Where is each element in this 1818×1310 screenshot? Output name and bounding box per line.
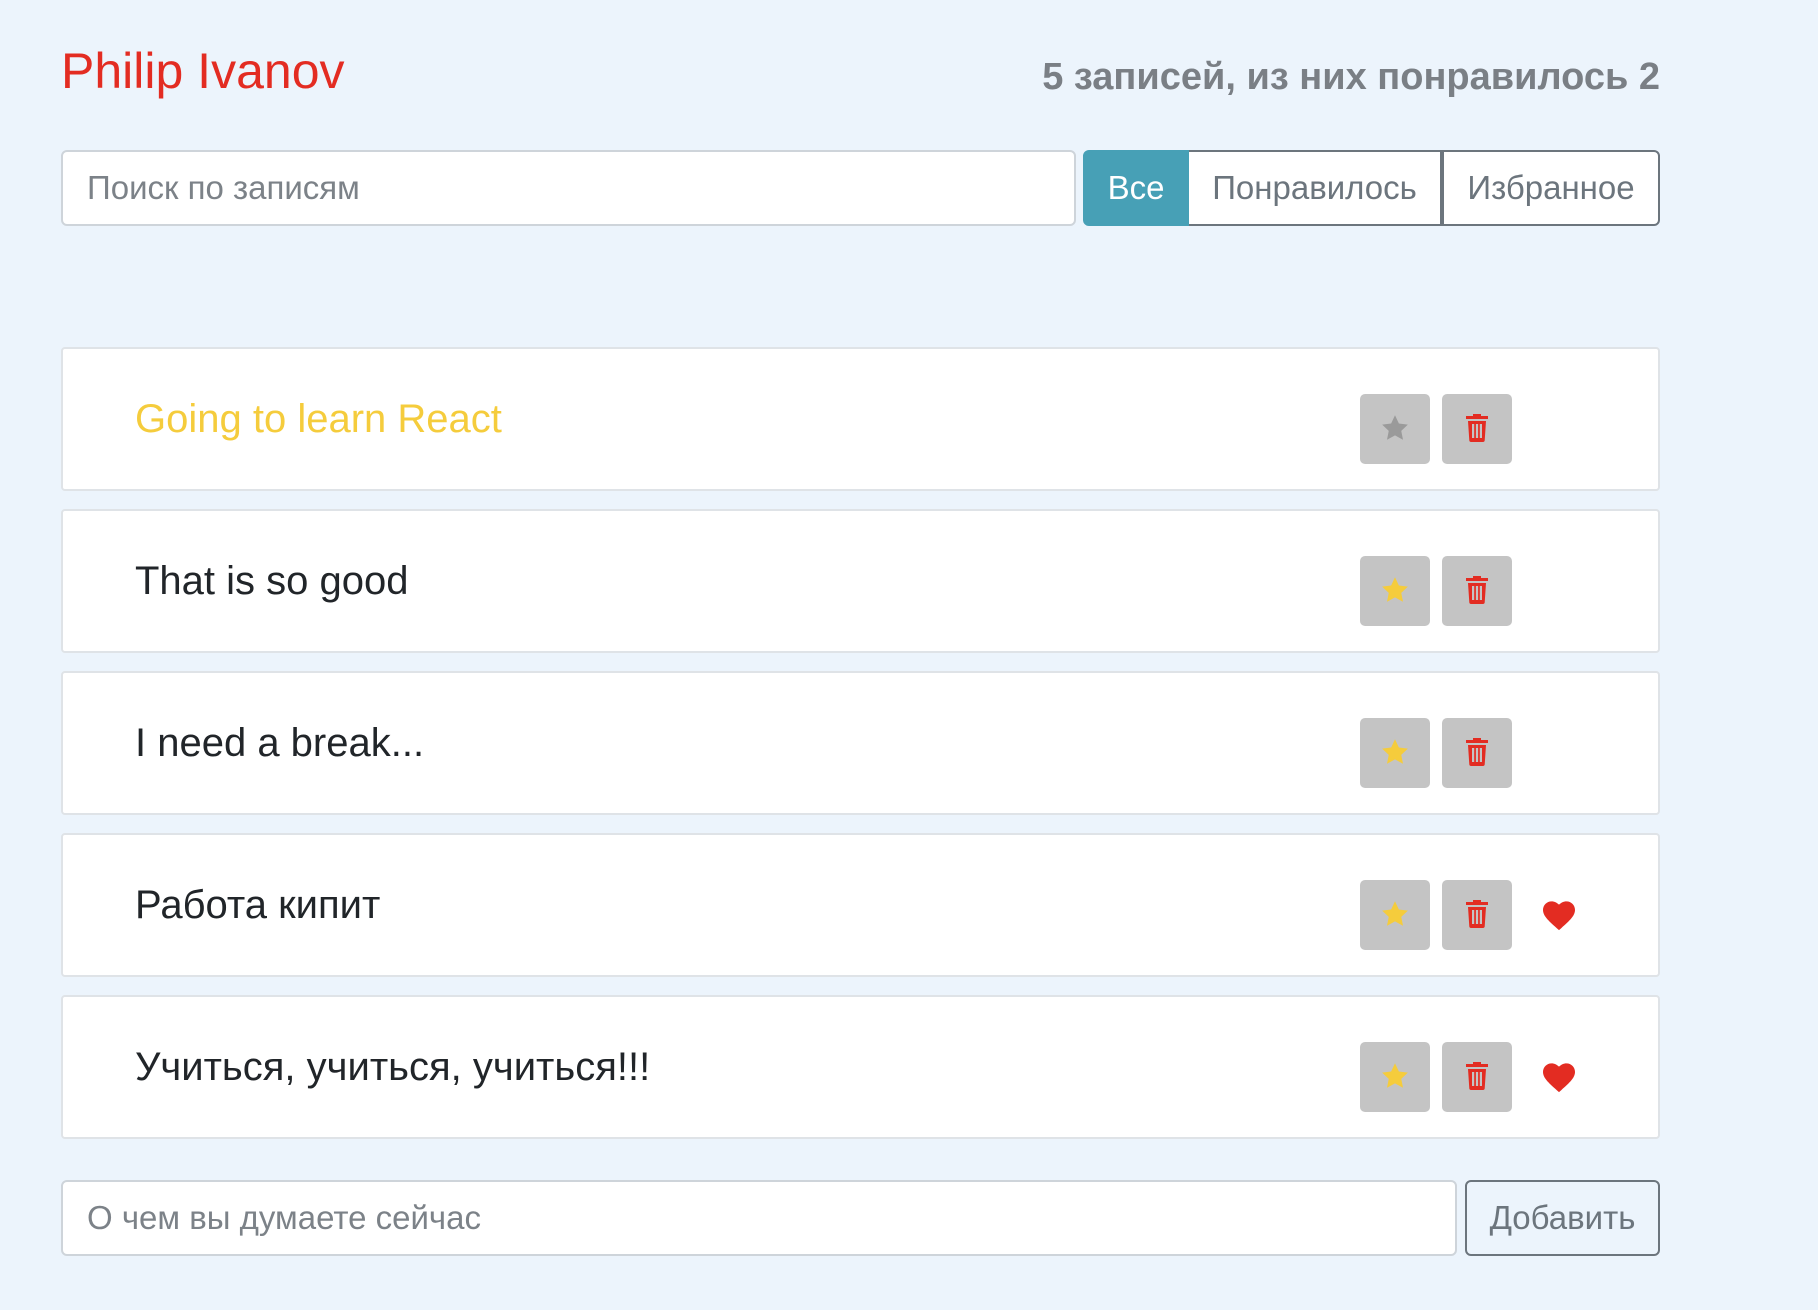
add-post-button[interactable]: Добавить xyxy=(1465,1180,1660,1256)
star-icon xyxy=(1380,575,1410,608)
trash-icon xyxy=(1465,899,1489,931)
post-status-filter: Все Понравилось Избранное xyxy=(1083,150,1660,226)
star-button[interactable] xyxy=(1360,394,1430,464)
star-button[interactable] xyxy=(1360,880,1430,950)
trash-icon xyxy=(1465,1061,1489,1093)
filter-all-button[interactable]: Все xyxy=(1083,150,1189,226)
posts-stats: 5 записей, из них понравилось 2 xyxy=(1042,56,1660,98)
post-label[interactable]: Учиться, учиться, учиться!!! xyxy=(135,997,650,1137)
star-button[interactable] xyxy=(1360,556,1430,626)
search-input[interactable] xyxy=(61,150,1076,226)
star-icon xyxy=(1380,413,1410,446)
delete-button[interactable] xyxy=(1442,1042,1512,1112)
star-button[interactable] xyxy=(1360,718,1430,788)
post-add-form: Добавить xyxy=(61,1180,1660,1256)
post-label[interactable]: That is so good xyxy=(135,511,409,651)
search-panel: Все Понравилось Избранное xyxy=(61,150,1660,226)
app-root: Philip Ivanov 5 записей, из них понравил… xyxy=(61,0,1660,1256)
post-list-item: Работа кипит xyxy=(61,833,1660,977)
post-list-item: I need a break... xyxy=(61,671,1660,815)
post-label[interactable]: Going to learn React xyxy=(135,349,502,489)
post-list-item: That is so good xyxy=(61,509,1660,653)
heart-icon xyxy=(1535,1053,1583,1101)
filter-favorites-button[interactable]: Избранное xyxy=(1442,150,1660,226)
star-icon xyxy=(1380,1061,1410,1094)
post-list-item: Going to learn React xyxy=(61,347,1660,491)
trash-icon xyxy=(1465,413,1489,445)
filter-liked-button[interactable]: Понравилось xyxy=(1189,150,1442,226)
trash-icon xyxy=(1465,737,1489,769)
delete-button[interactable] xyxy=(1442,556,1512,626)
trash-icon xyxy=(1465,575,1489,607)
star-icon xyxy=(1380,737,1410,770)
delete-button[interactable] xyxy=(1442,718,1512,788)
post-list-item: Учиться, учиться, учиться!!! xyxy=(61,995,1660,1139)
post-label[interactable]: I need a break... xyxy=(135,673,424,813)
heart-icon xyxy=(1535,891,1583,939)
post-label[interactable]: Работа кипит xyxy=(135,835,380,975)
page-title: Philip Ivanov xyxy=(61,43,345,99)
delete-button[interactable] xyxy=(1442,394,1512,464)
star-button[interactable] xyxy=(1360,1042,1430,1112)
new-post-input[interactable] xyxy=(61,1180,1457,1256)
star-icon xyxy=(1380,899,1410,932)
app-header: Philip Ivanov 5 записей, из них понравил… xyxy=(61,0,1660,150)
delete-button[interactable] xyxy=(1442,880,1512,950)
post-list: Going to learn React That is so good I nee… xyxy=(61,347,1660,1157)
